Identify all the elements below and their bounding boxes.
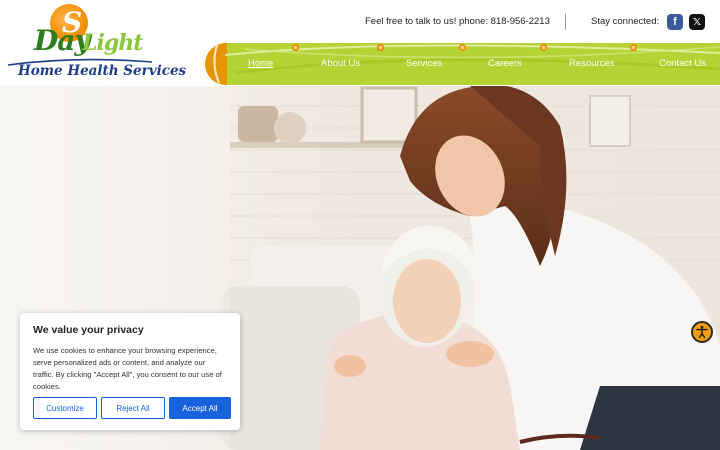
nav-services[interactable]: Services <box>406 58 442 69</box>
nav-home[interactable]: Home <box>248 58 273 69</box>
accessibility-icon <box>696 326 708 339</box>
nav-separator-icon <box>539 43 548 52</box>
cookie-consent-banner: We value your privacy We use cookies to … <box>20 313 240 430</box>
logo-light-text: Light <box>82 30 143 56</box>
nav-separator-icon <box>376 43 385 52</box>
cookie-buttons: Customize Reject All Accept All <box>33 397 231 419</box>
contact-phone-text[interactable]: Feel free to talk to us! phone: 818-956-… <box>365 16 550 27</box>
nav-separator-icon <box>458 43 467 52</box>
facebook-icon[interactable]: f <box>667 14 683 30</box>
stay-connected-label: Stay connected: <box>591 16 660 27</box>
cookie-reject-button[interactable]: Reject All <box>101 397 165 419</box>
daylight-logo[interactable]: S Day Light Home Health Services <box>4 2 186 82</box>
cookie-body: We use cookies to enhance your browsing … <box>33 346 222 391</box>
header-divider <box>565 14 566 30</box>
nav-separator-icon <box>291 43 300 52</box>
nav-contact-us[interactable]: Contact Us <box>659 58 706 69</box>
cookie-customize-button[interactable]: Customize <box>33 397 97 419</box>
logo-subtitle: Home Health Services <box>18 63 187 79</box>
x-twitter-icon[interactable]: 𝕏 <box>689 14 705 30</box>
nav-careers[interactable]: Careers <box>488 58 522 69</box>
main-nav: Home About Us Services Careers Resources… <box>205 43 720 85</box>
nav-resources[interactable]: Resources <box>569 58 614 69</box>
accessibility-button[interactable] <box>691 321 713 343</box>
cookie-accept-button[interactable]: Accept All <box>169 397 231 419</box>
cookie-title: We value your privacy <box>33 324 144 336</box>
nav-separator-icon <box>629 43 638 52</box>
site-header: S Day Light Home Health Services Feel fr… <box>0 0 720 86</box>
nav-about-us[interactable]: About Us <box>321 58 360 69</box>
